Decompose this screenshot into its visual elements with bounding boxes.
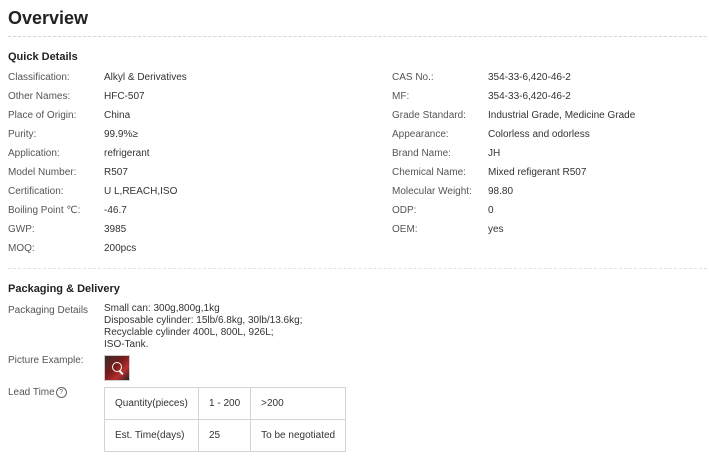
table-row: Est. Time(days) 25 To be negotiated xyxy=(104,419,347,452)
lead-time-text: Lead Time xyxy=(8,387,55,398)
value-oem: yes xyxy=(488,224,504,235)
value-cas-no: 354-33-6,420-46-2 xyxy=(488,72,571,83)
value-grade-standard: Industrial Grade, Medicine Grade xyxy=(488,110,636,121)
packaging-heading: Packaging & Delivery xyxy=(8,283,120,295)
table-cell: 25 xyxy=(197,419,252,452)
label-grade-standard: Grade Standard: xyxy=(392,110,466,121)
section-divider xyxy=(8,268,707,269)
picture-example-thumbnail[interactable] xyxy=(104,355,130,381)
value-boiling-point: -46.7 xyxy=(104,205,127,216)
label-gwp: GWP: xyxy=(8,224,35,235)
label-appearance: Appearance: xyxy=(392,129,449,140)
value-other-names: HFC-507 xyxy=(104,91,145,102)
value-gwp: 3985 xyxy=(104,224,127,235)
page-title: Overview xyxy=(8,8,89,28)
value-place-of-origin: China xyxy=(104,110,131,121)
value-purity: 99.9%≥ xyxy=(104,129,138,140)
packaging-line: Recyclable cylinder 400L, 800L, 926L; xyxy=(104,327,274,338)
label-cas-no: CAS No.: xyxy=(392,72,434,83)
table-cell: Quantity(pieces) xyxy=(104,387,199,420)
packaging-line: Disposable cylinder: 15lb/6.8kg, 30lb/13… xyxy=(104,315,303,326)
label-classification: Classification: xyxy=(8,72,70,83)
label-place-of-origin: Place of Origin: xyxy=(8,110,77,121)
value-model-number: R507 xyxy=(104,167,128,178)
table-cell: Est. Time(days) xyxy=(104,419,199,452)
packaging-line: ISO-Tank. xyxy=(104,339,149,350)
label-other-names: Other Names: xyxy=(8,91,71,102)
value-certification: U L,REACH,ISO xyxy=(104,186,178,197)
table-cell: To be negotiated xyxy=(250,419,347,452)
label-moq: MOQ: xyxy=(8,243,35,254)
value-classification: Alkyl & Derivatives xyxy=(104,72,187,83)
picture-example-label: Picture Example: xyxy=(8,355,84,366)
value-application: refrigerant xyxy=(104,148,150,159)
question-circle-icon[interactable]: ? xyxy=(55,387,67,398)
label-odp: ODP: xyxy=(392,205,417,216)
label-boiling-point: Boiling Point ℃: xyxy=(8,205,81,216)
label-chemical-name: Chemical Name: xyxy=(392,167,466,178)
label-oem: OEM: xyxy=(392,224,418,235)
label-model-number: Model Number: xyxy=(8,167,77,178)
table-cell: 1 - 200 xyxy=(197,387,252,420)
label-purity: Purity: xyxy=(8,129,37,140)
value-brand-name: JH xyxy=(488,148,501,159)
label-mf: MF: xyxy=(392,91,410,102)
lead-time-label: Lead Time? xyxy=(8,387,67,399)
packaging-details-label: Packaging Details xyxy=(8,305,89,316)
table-cell: >200 xyxy=(250,387,347,420)
table-row: Quantity(pieces) 1 - 200 >200 xyxy=(104,387,347,420)
value-moq: 200pcs xyxy=(104,243,137,254)
packaging-line: Small can: 300g,800g,1kg xyxy=(104,303,220,314)
label-application: Application: xyxy=(8,148,60,159)
label-certification: Certification: xyxy=(8,186,64,197)
quick-details-heading: Quick Details xyxy=(8,51,78,63)
value-odp: 0 xyxy=(488,205,494,216)
value-chemical-name: Mixed refigerant R507 xyxy=(488,167,587,178)
packaging-details-value: Small can: 300g,800g,1kg Disposable cyli… xyxy=(104,303,302,351)
lead-time-table: Quantity(pieces) 1 - 200 >200 Est. Time(… xyxy=(104,387,347,452)
zoom-icon xyxy=(112,362,122,372)
label-brand-name: Brand Name: xyxy=(392,148,451,159)
value-mf: 354-33-6,420-46-2 xyxy=(488,91,571,102)
label-molecular-weight: Molecular Weight: xyxy=(392,186,472,197)
value-molecular-weight: 98.80 xyxy=(488,186,514,197)
value-appearance: Colorless and odorless xyxy=(488,129,590,140)
title-divider xyxy=(8,36,707,37)
